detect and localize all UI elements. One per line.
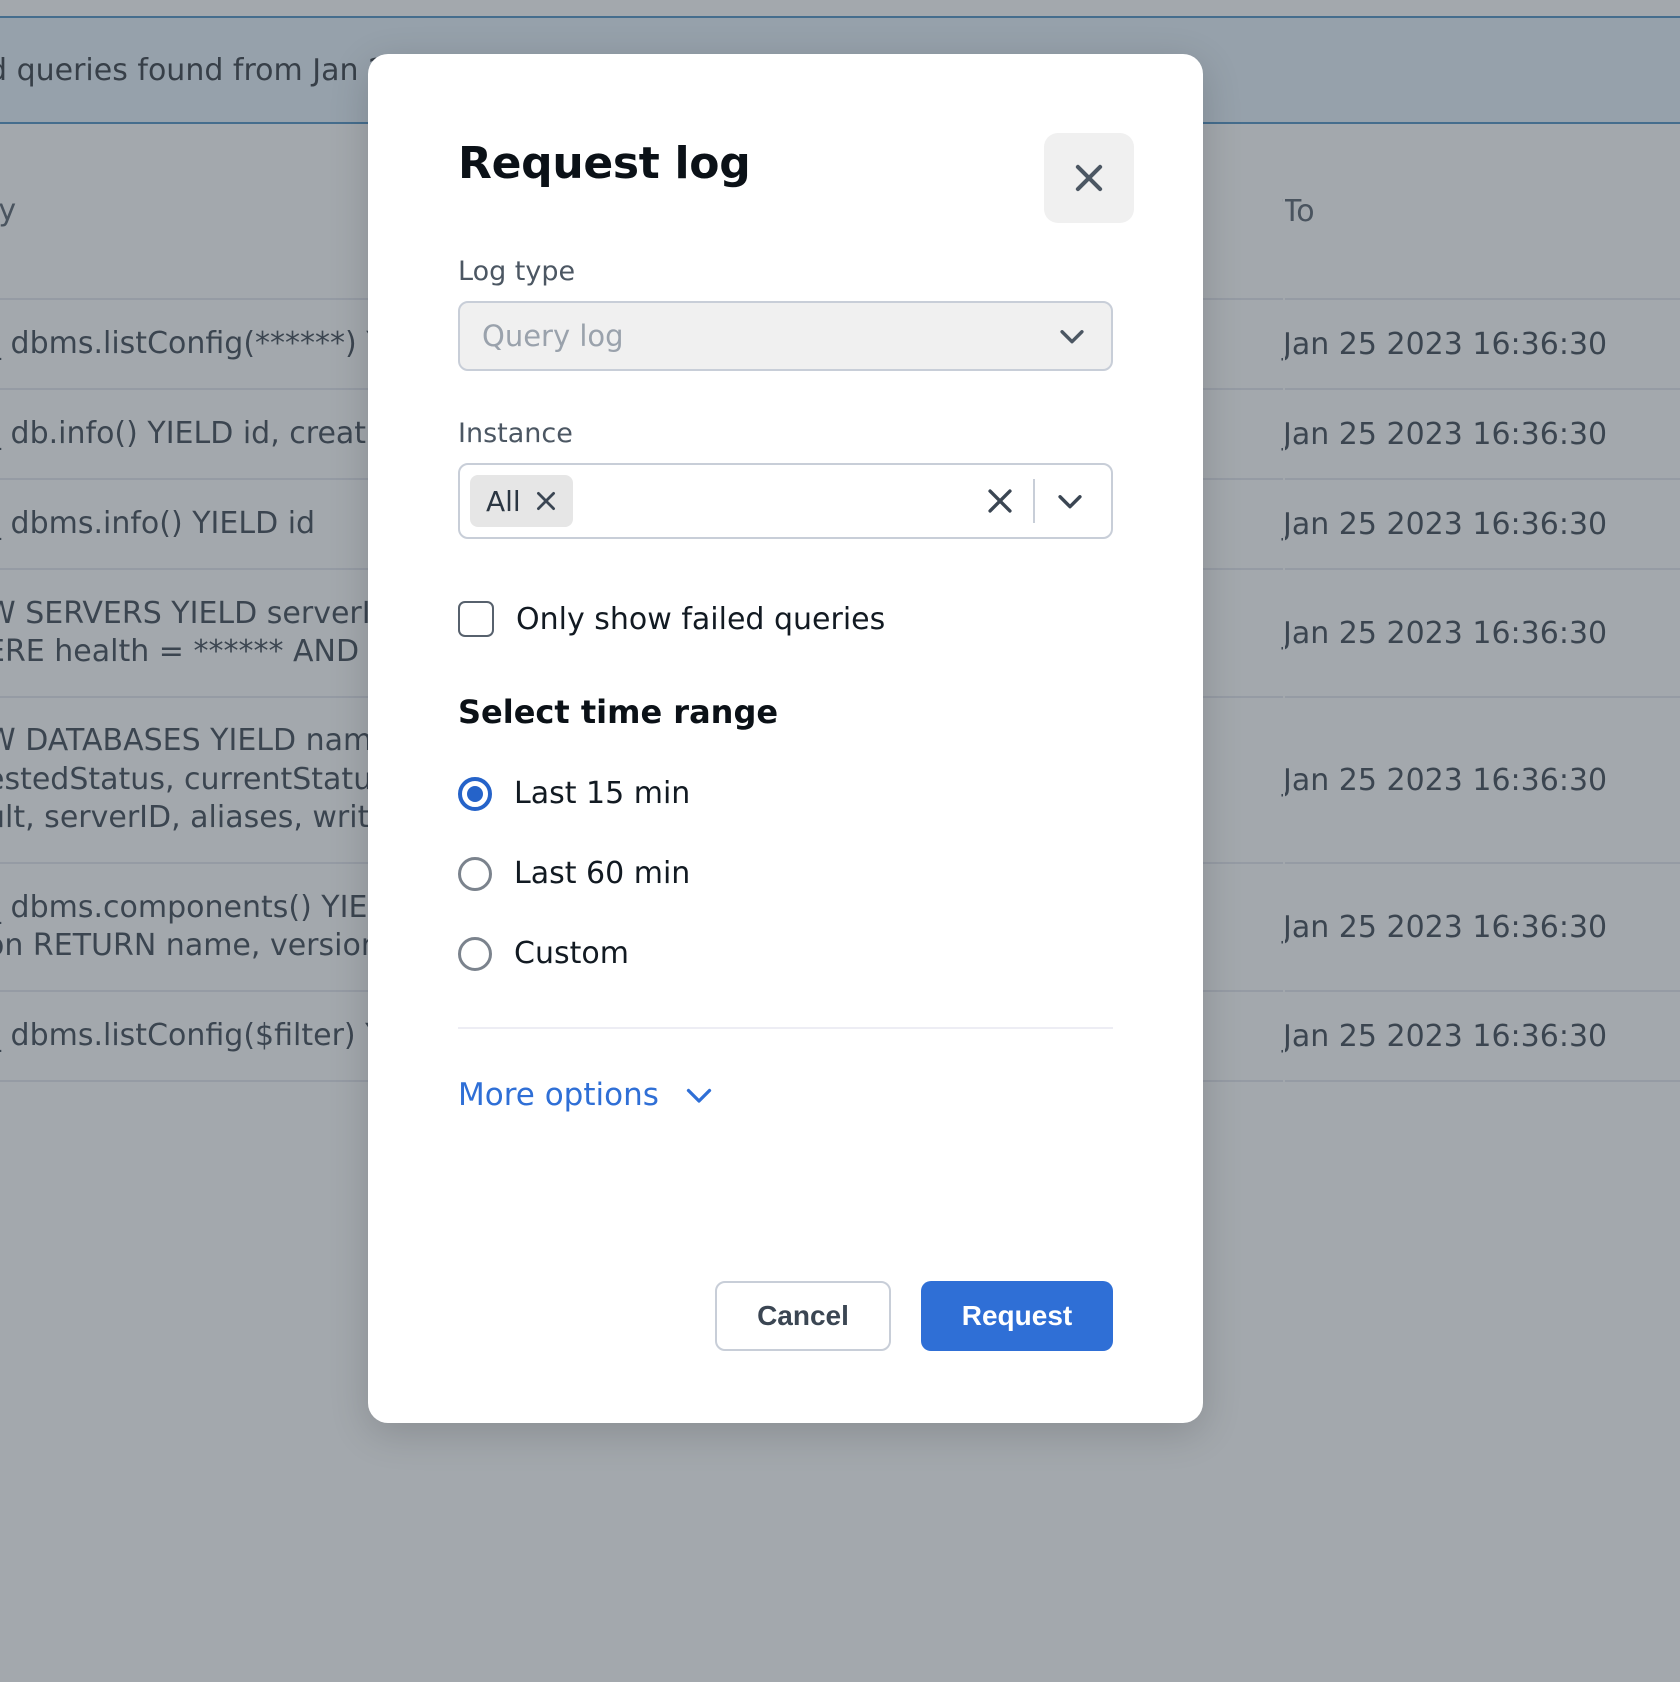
page-title: Request log [458, 142, 1113, 186]
chevron-down-icon [1055, 319, 1089, 353]
chevron-down-icon [681, 1077, 717, 1113]
more-options-label: More options [458, 1077, 659, 1113]
more-options-toggle[interactable]: More options [458, 1077, 717, 1113]
request-button[interactable]: Request [921, 1281, 1113, 1351]
dialog-header: Request log [458, 54, 1113, 186]
instance-actions [967, 479, 1097, 523]
log-type-select[interactable]: Query log [458, 301, 1113, 371]
log-type-value: Query log [482, 319, 624, 353]
radio-button[interactable] [458, 857, 492, 891]
chip-remove-close-icon[interactable] [533, 488, 559, 514]
divider [458, 1027, 1113, 1029]
time-range-option-2[interactable]: Custom [458, 936, 1113, 971]
close-icon [1070, 159, 1108, 197]
radio-button[interactable] [458, 777, 492, 811]
cancel-button[interactable]: Cancel [715, 1281, 891, 1351]
request-log-dialog: Request log Log type Query log Instance [368, 54, 1203, 1423]
only-failed-queries-row[interactable]: Only show failed queries [458, 601, 1113, 637]
radio-button[interactable] [458, 937, 492, 971]
instance-field: Instance All [458, 418, 1113, 539]
instance-chip-all[interactable]: All [470, 475, 573, 527]
time-range-radio-group: Last 15 min Last 60 min Custom [458, 776, 1113, 971]
chevron-down-icon[interactable] [1035, 484, 1097, 518]
only-failed-queries-label: Only show failed queries [516, 602, 885, 637]
select-time-range-title: Select time range [458, 693, 1113, 731]
time-range-option-0[interactable]: Last 15 min [458, 776, 1113, 811]
close-button[interactable] [1044, 133, 1134, 223]
time-range-option-label: Custom [514, 936, 629, 971]
clear-selection-close-icon[interactable] [967, 484, 1033, 518]
log-type-field: Log type Query log [458, 256, 1113, 371]
radio-dot [467, 786, 483, 802]
time-range-option-label: Last 60 min [514, 856, 690, 891]
instance-multiselect[interactable]: All [458, 463, 1113, 539]
time-range-option-label: Last 15 min [514, 776, 690, 811]
instance-chip-label: All [486, 485, 521, 518]
dialog-footer: Cancel Request [458, 1281, 1113, 1351]
time-range-option-1[interactable]: Last 60 min [458, 856, 1113, 891]
instance-label: Instance [458, 418, 1113, 449]
log-type-label: Log type [458, 256, 1113, 287]
only-failed-queries-checkbox[interactable] [458, 601, 494, 637]
